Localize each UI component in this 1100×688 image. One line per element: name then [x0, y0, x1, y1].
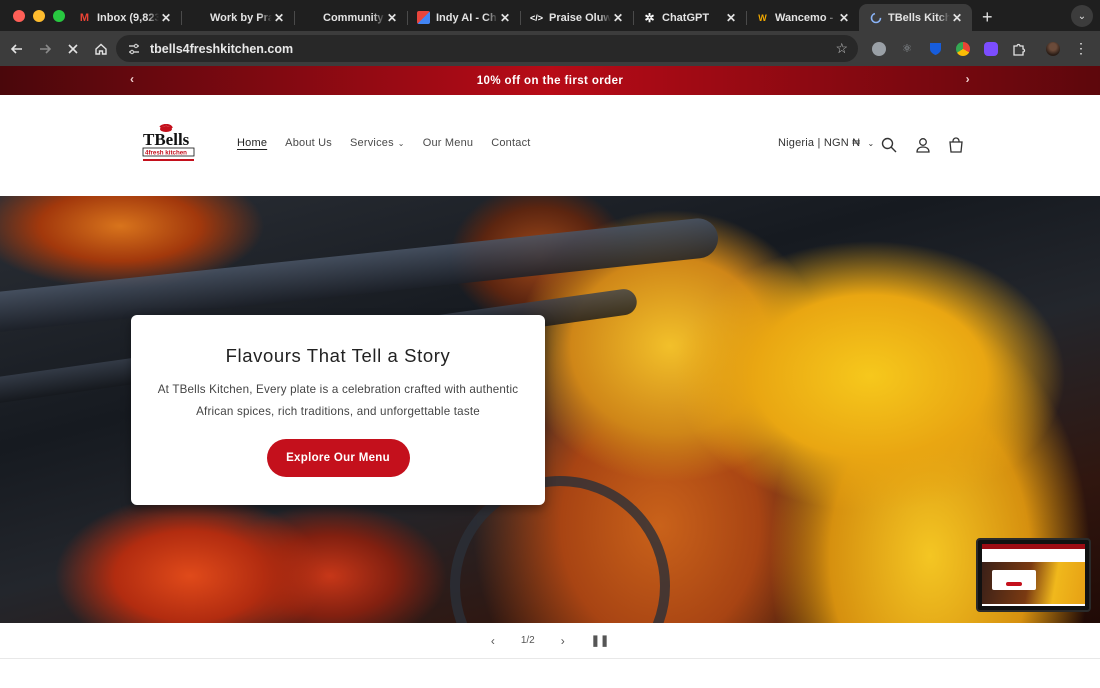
tab-gmail[interactable]: M Inbox (9,823) ✕ [68, 4, 181, 31]
tab-title: ChatGPT [662, 11, 710, 24]
browser-toolbar: tbells4freshkitchen.com ☆ ⚛ ⋮ [0, 31, 1100, 66]
tab-chatgpt[interactable]: ✲ ChatGPT ✕ [633, 4, 746, 31]
slide-counter: 1/2 [520, 635, 535, 646]
slideshow-controls: ‹ 1/2 › ❚❚ [0, 623, 1100, 659]
tab-title: Inbox (9,823) [97, 11, 159, 24]
close-icon[interactable]: ✕ [611, 11, 625, 25]
close-icon[interactable]: ✕ [272, 11, 286, 25]
home-button[interactable] [87, 35, 115, 63]
chevron-down-icon: ⌄ [867, 139, 875, 148]
site-logo[interactable]: TBells 4fresh kitchen [142, 123, 196, 164]
tab-list: M Inbox (9,823) ✕ Work by Praise ✕ Commu… [68, 0, 1003, 31]
close-icon[interactable]: ✕ [159, 11, 173, 25]
bookmark-star-icon[interactable]: ☆ [835, 40, 848, 57]
nav-services[interactable]: Services ⌄ [350, 137, 405, 149]
tab-strip: M Inbox (9,823) ✕ Work by Praise ✕ Commu… [0, 0, 1100, 31]
tab-title: Community | C [323, 11, 385, 24]
gmail-icon: M [79, 11, 90, 24]
url-text: tbells4freshkitchen.com [150, 41, 294, 56]
purple-extension-icon[interactable] [980, 38, 1002, 60]
tab-title: Praise Oluwa [549, 11, 611, 24]
site-header: TBells 4fresh kitchen Home About Us Serv… [0, 95, 1100, 196]
tab-praise[interactable]: </> Praise Oluwa ✕ [520, 4, 633, 31]
close-icon[interactable]: ✕ [498, 11, 512, 25]
grammarly-extension-icon[interactable] [868, 38, 890, 60]
cart-icon[interactable] [946, 135, 966, 155]
tab-search-chevron-icon[interactable]: ⌄ [1071, 5, 1093, 27]
maximize-window-button[interactable] [53, 9, 65, 22]
slide-prev-icon[interactable]: ‹ [491, 634, 495, 648]
search-icon[interactable] [879, 135, 899, 155]
chevron-down-icon: ⌄ [397, 139, 405, 148]
extensions-area: ⚛ ⋮ [868, 31, 1100, 66]
close-icon[interactable]: ✕ [837, 11, 851, 25]
tab-indy-ai[interactable]: Indy AI - Chro ✕ [407, 4, 520, 31]
preview-card [992, 570, 1036, 590]
picture-in-picture-preview[interactable] [976, 538, 1091, 612]
hero-card: Flavours That Tell a Story At TBells Kit… [131, 315, 545, 505]
browser-menu-icon[interactable]: ⋮ [1070, 38, 1092, 60]
tab-wancemo[interactable]: W Wancemo - Ba ✕ [746, 4, 859, 31]
close-icon[interactable]: ✕ [950, 11, 964, 25]
blank-favicon [304, 11, 317, 24]
preview-announcement-bar [982, 544, 1085, 549]
wancemo-icon: W [758, 12, 767, 23]
slide-next-icon[interactable]: › [561, 634, 565, 648]
tab-community[interactable]: Community | C ✕ [294, 4, 407, 31]
close-icon[interactable]: ✕ [385, 11, 399, 25]
announcement-text: 10% off on the first order [476, 74, 624, 87]
back-button[interactable] [3, 35, 31, 63]
forward-button[interactable] [31, 35, 59, 63]
tab-title: Work by Praise [210, 11, 272, 24]
code-icon: </> [530, 12, 544, 23]
close-window-button[interactable] [13, 9, 25, 22]
minimize-window-button[interactable] [33, 9, 45, 22]
locale-label: Nigeria | NGN ₦ [778, 137, 861, 149]
chrome-extension-icon[interactable] [952, 38, 974, 60]
stop-loading-button[interactable] [59, 35, 87, 63]
react-devtools-extension-icon[interactable]: ⚛ [896, 38, 918, 60]
browser-window: M Inbox (9,823) ✕ Work by Praise ✕ Commu… [0, 0, 1100, 688]
tab-title: TBells Kitchen [888, 11, 950, 24]
nav-about-us[interactable]: About Us [285, 137, 332, 149]
account-icon[interactable] [913, 135, 933, 155]
close-icon[interactable]: ✕ [724, 11, 738, 25]
tab-work[interactable]: Work by Praise ✕ [181, 4, 294, 31]
announcement-bar: ‹ 10% off on the first order › [0, 66, 1100, 95]
chrome-store-icon [417, 11, 430, 24]
slide-pause-icon[interactable]: ❚❚ [591, 634, 609, 647]
logo-subtitle: 4fresh kitchen [145, 150, 187, 157]
window-controls [0, 9, 68, 22]
tab-title: Wancemo - Ba [775, 11, 837, 24]
loading-spinner-icon [869, 11, 882, 24]
announcement-prev-icon[interactable]: ‹ [130, 72, 134, 86]
bitwarden-extension-icon[interactable] [924, 38, 946, 60]
main-nav: Home About Us Services ⌄ Our Menu Contact [237, 137, 549, 149]
site-info-icon[interactable] [126, 41, 142, 57]
locale-selector[interactable]: Nigeria | NGN ₦ ⌄ [778, 137, 874, 149]
address-bar[interactable]: tbells4freshkitchen.com ☆ [116, 35, 858, 62]
web-page: ‹ 10% off on the first order › TBells 4f… [0, 66, 1100, 688]
blank-favicon [191, 11, 204, 24]
preview-page [982, 544, 1085, 606]
new-tab-button[interactable]: + [972, 4, 1003, 31]
extensions-puzzle-icon[interactable] [1008, 38, 1030, 60]
nav-contact[interactable]: Contact [491, 137, 530, 149]
announcement-next-icon[interactable]: › [966, 72, 970, 86]
tab-tbells-kitchen[interactable]: TBells Kitchen ✕ [859, 4, 972, 31]
hero-heading: Flavours That Tell a Story [225, 345, 451, 366]
logo-wordmark: TBells [143, 130, 190, 149]
nav-home[interactable]: Home [237, 137, 267, 149]
hero-body: At TBells Kitchen, Every plate is a cele… [157, 383, 519, 418]
tab-title: Indy AI - Chro [436, 11, 498, 24]
profile-avatar[interactable] [1042, 38, 1064, 60]
openai-icon: ✲ [644, 10, 655, 25]
explore-menu-button[interactable]: Explore Our Menu [266, 439, 410, 477]
nav-services-label: Services [350, 137, 394, 149]
nav-our-menu[interactable]: Our Menu [423, 137, 474, 149]
